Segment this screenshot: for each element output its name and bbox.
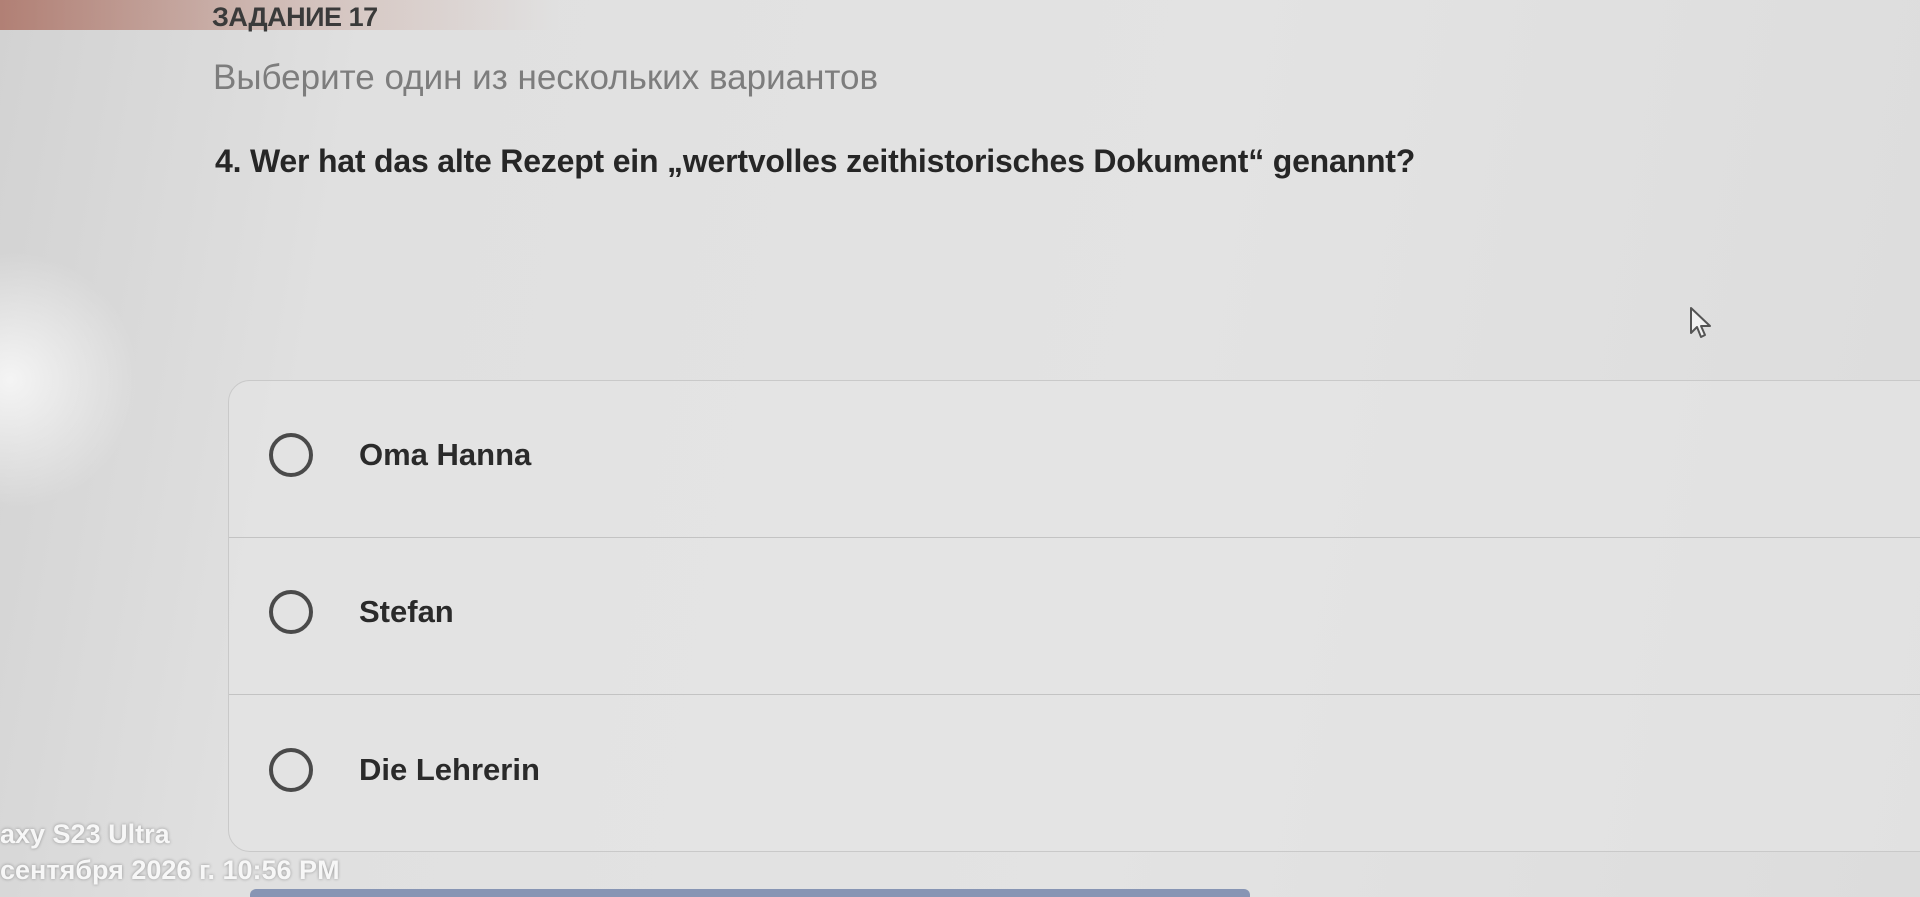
option-label: Oma Hanna <box>359 437 532 472</box>
screen-glare <box>0 250 140 510</box>
option-die-lehrerin[interactable]: Die Lehrerin <box>229 695 1920 851</box>
bottom-edge-bar <box>250 889 1250 897</box>
watermark-timestamp: сентября 2026 г. 10:56 PM <box>0 855 340 885</box>
question-text: 4. Wer hat das alte Rezept ein „wertvoll… <box>215 143 1416 179</box>
radio-button[interactable] <box>269 747 313 792</box>
option-oma-hanna[interactable]: Oma Hanna <box>229 381 1920 538</box>
photo-of-screen: ЗАДАНИЕ 17 Выберите один из нескольких в… <box>0 0 1920 897</box>
task-label: ЗАДАНИЕ 17 <box>212 2 378 32</box>
task-instruction: Выберите один из нескольких вариантов <box>213 58 879 97</box>
radio-button[interactable] <box>269 590 313 634</box>
option-stefan[interactable]: Stefan <box>229 538 1920 695</box>
option-label: Stefan <box>359 594 454 629</box>
answer-options: Oma Hanna Stefan Die Lehrerin <box>228 380 1920 852</box>
camera-watermark: axy S23 Ultra сентября 2026 г. 10:56 PM <box>0 816 340 888</box>
radio-button[interactable] <box>269 433 313 477</box>
option-label: Die Lehrerin <box>359 751 540 787</box>
mouse-pointer-icon <box>1690 307 1711 338</box>
watermark-device: axy S23 Ultra <box>0 819 170 849</box>
